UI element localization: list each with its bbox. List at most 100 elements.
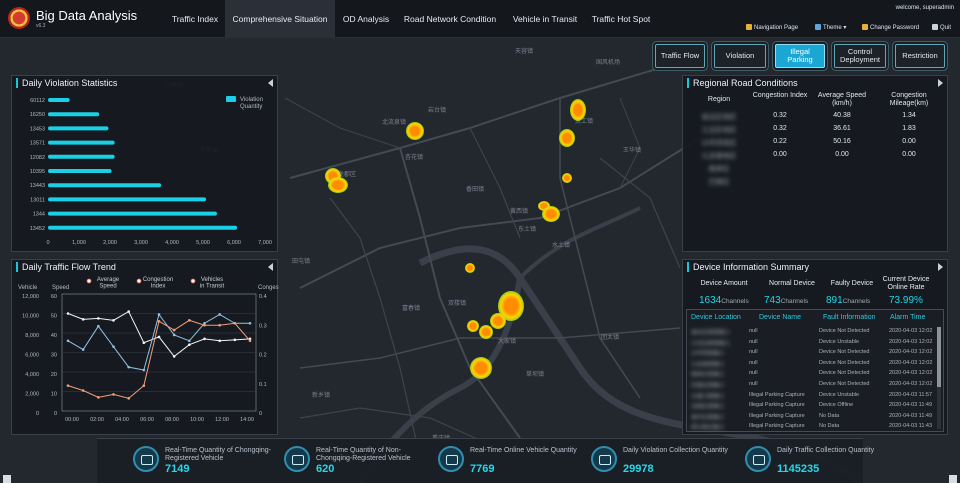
heat-spot[interactable] [490, 313, 506, 329]
violation-statistics-panel: Daily Violation Statistics 60112 16250 134… [11, 75, 278, 252]
collapse-arrow-icon[interactable] [268, 263, 273, 271]
regional-road-conditions-panel: Regional Road Conditions Region Congestio… [682, 75, 948, 252]
device-cell: 两江新区路口 [691, 425, 725, 432]
regional-col-header: Congestion Index [752, 92, 808, 99]
scrollbar[interactable] [937, 327, 941, 429]
series-point [81, 348, 85, 351]
category-label: 13452 [30, 226, 45, 232]
car-icon [133, 446, 159, 472]
category-label: 13011 [30, 197, 45, 203]
heat-spot[interactable] [542, 206, 560, 222]
series-point [188, 343, 191, 346]
device-cell: 2020-04-03 12:02 [889, 328, 933, 334]
tab-comprehensive-situation[interactable]: Comprehensive Situation [225, 0, 335, 38]
theme-dropdown[interactable]: Theme ▾ [815, 24, 846, 31]
series-point [66, 312, 70, 315]
online-rate-value: 73.99% [889, 295, 923, 306]
device-cell: Device Unstable [819, 338, 860, 345]
series-point [172, 355, 176, 358]
heat-spot[interactable] [479, 325, 493, 339]
category-illegal-parking-button[interactable]: Illegal Parking [775, 44, 825, 68]
scrollbar-thumb[interactable] [937, 327, 941, 387]
legend-swatch [226, 96, 236, 102]
stat-value: 7769 [470, 463, 495, 475]
violation-bar-chart: 60112 16250 13453 13571 12082 10395 13443 13011… [30, 96, 272, 246]
heat-spot[interactable] [465, 263, 475, 273]
legend-marker [190, 278, 196, 284]
speed-tick: 0 [54, 411, 57, 417]
quit-link[interactable]: Quit [932, 24, 951, 31]
change-password-link[interactable]: Change Password [862, 24, 919, 31]
category-label: 13453 [30, 126, 45, 132]
map-place-label: 黄西镇 [510, 209, 529, 215]
category-label: 60112 [30, 98, 45, 104]
device-cell: null [749, 338, 758, 345]
map-place-label: 杏花镇 [405, 155, 424, 161]
axis-title-congestion: Congestion [258, 285, 279, 291]
speed-tick: 60 [51, 294, 57, 300]
series-point [203, 337, 206, 341]
legend-label: Average [97, 277, 120, 283]
vehicle-tick: 8,000 [25, 333, 39, 339]
heat-spot[interactable] [559, 129, 575, 147]
minimize-icon[interactable] [3, 475, 11, 483]
tab-od-analysis[interactable]: OD Analysis [336, 0, 396, 38]
series-point [248, 339, 252, 343]
tab-traffic-hot-spot[interactable]: Traffic Hot Spot [586, 0, 656, 38]
regional-cell: 江北区地区 [701, 127, 737, 134]
heat-spot[interactable] [570, 99, 586, 121]
stat-label: Daily Traffic Collection Quantity [777, 447, 875, 454]
series-point [97, 324, 100, 328]
regional-cell: 九龙坡地区 [701, 153, 737, 160]
collapse-arrow-icon[interactable] [268, 79, 273, 87]
police-emblem-logo [8, 7, 30, 29]
stat-label: Daily Violation Collection Quantity [623, 447, 728, 454]
x-tick-label: 02:00 [90, 417, 104, 423]
map-place-label: 东土镇 [518, 227, 537, 233]
heat-spot[interactable] [470, 357, 492, 379]
expand-arrow-icon[interactable] [938, 263, 943, 271]
series-point [157, 320, 161, 323]
series-point [112, 393, 115, 396]
category-traffic-flow-button[interactable]: Traffic Flow [655, 44, 705, 68]
heat-spot[interactable] [467, 320, 479, 332]
heat-spot[interactable] [328, 177, 348, 193]
x-tick-label: 12:00 [215, 417, 229, 423]
vehicle-tick: 6,000 [25, 353, 39, 359]
device-cell: 北碚区某路口 [691, 404, 725, 411]
online-rate-label: Current Device Online Rate [882, 276, 930, 291]
device-cell: null [749, 328, 758, 334]
expand-arrow-icon[interactable] [938, 79, 943, 87]
category-label: 13443 [30, 183, 45, 189]
device-cell: null [749, 349, 758, 356]
device-cell: Illegal Parking Capture [749, 412, 805, 419]
vehicle-tick: 2,000 [25, 392, 39, 398]
faulty-device-label: Faulty Device [830, 280, 874, 287]
tab-traffic-index[interactable]: Traffic Index [166, 0, 224, 38]
legend-label: Speed [99, 284, 116, 290]
speed-tick: 10 [51, 392, 57, 398]
stat-value: 1145235 [777, 463, 820, 475]
map-place-label: 大家镇 [498, 339, 517, 345]
series-point [218, 339, 221, 343]
series-point [97, 317, 100, 320]
series-line [67, 310, 251, 358]
navigation-page-link[interactable]: Navigation Page [746, 24, 798, 31]
fullscreen-icon[interactable] [949, 475, 957, 483]
category-violation-button[interactable]: Violation [714, 44, 766, 68]
series-point [142, 341, 146, 345]
device-cell: 江北区某某路口 [691, 340, 730, 347]
col-fault-information: Fault Information [823, 314, 876, 321]
category-restriction-button[interactable]: Restriction [895, 44, 945, 68]
series-point [172, 333, 176, 337]
device-cell: 大渡口某路口 [691, 393, 725, 400]
series-point [218, 323, 221, 327]
category-control-deployment-button[interactable]: Control Deployment [834, 44, 886, 68]
regional-cell: 40.38 [833, 112, 851, 119]
x-tick-label: 2,000 [103, 240, 117, 246]
tab-vehicle-in-transit[interactable]: Vehicle in Transit [505, 0, 585, 38]
heat-spot[interactable] [562, 173, 572, 183]
heat-spot[interactable] [406, 122, 424, 140]
regional-cell: 巴南区 [708, 179, 730, 186]
tab-road-network-condition[interactable]: Road Network Condition [397, 0, 503, 38]
